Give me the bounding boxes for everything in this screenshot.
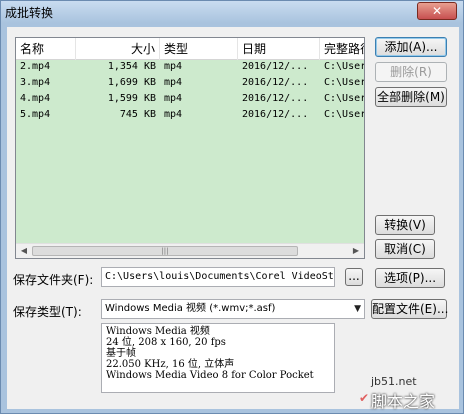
browse-button[interactable]: ... — [345, 268, 363, 286]
file-path: C:\Users — [324, 93, 364, 104]
file-path: C:\Users — [324, 77, 364, 88]
list-header: 名称 大小 类型 日期 完整路径 — [16, 38, 364, 60]
list-item[interactable]: 2.mp4 1,354 KB mp4 2016/12/... C:\Users — [16, 60, 364, 76]
file-type: mp4 — [164, 109, 183, 120]
file-name: 4.mp4 — [20, 93, 51, 104]
file-path: C:\Users — [324, 109, 364, 120]
list-item[interactable]: 5.mp4 745 KB mp4 2016/12/... C:\Users — [16, 108, 364, 124]
scroll-left-icon[interactable]: ◀ — [17, 245, 31, 257]
file-date: 2016/12/... — [242, 77, 309, 88]
save-folder-label: 保存文件夹(F): — [13, 273, 94, 287]
column-header-type[interactable]: 类型 — [160, 38, 238, 60]
format-info-box: Windows Media 视频 24 位, 208 x 160, 20 fps… — [101, 323, 335, 393]
dialog-body: 名称 大小 类型 日期 完整路径 2.mp4 1,354 KB mp4 2016… — [7, 27, 459, 409]
file-path: C:\Users — [324, 61, 364, 72]
file-size: 1,354 KB — [107, 61, 156, 72]
column-header-date[interactable]: 日期 — [238, 38, 320, 60]
scroll-right-icon[interactable]: ▶ — [349, 245, 363, 257]
list-item[interactable]: 4.mp4 1,599 KB mp4 2016/12/... C:\Users — [16, 92, 364, 108]
list-rows: 2.mp4 1,354 KB mp4 2016/12/... C:\Users … — [16, 60, 364, 124]
delete-all-button[interactable]: 全部删除(M) — [375, 87, 447, 107]
add-button[interactable]: 添加(A)... — [375, 37, 447, 57]
checkmark-icon: ✔ — [359, 391, 370, 405]
info-line: 22.050 KHz, 16 位, 立体声 — [106, 359, 235, 370]
file-type: mp4 — [164, 93, 183, 104]
file-name: 3.mp4 — [20, 77, 51, 88]
chevron-down-icon: ▼ — [354, 304, 361, 314]
watermark-url: jb51.net — [371, 375, 417, 388]
close-button[interactable]: ✕ — [417, 2, 457, 20]
info-line: Windows Media 视频 — [106, 326, 210, 337]
file-name: 5.mp4 — [20, 109, 51, 120]
column-header-path[interactable]: 完整路径 — [320, 38, 364, 60]
list-item[interactable]: 3.mp4 1,699 KB mp4 2016/12/... C:\Users — [16, 76, 364, 92]
info-line: Windows Media Video 8 for Color Pocket — [106, 370, 314, 381]
file-size: 745 KB — [119, 109, 156, 120]
file-date: 2016/12/... — [242, 93, 309, 104]
watermark: ✔ jb51.net 脚本之家 — [359, 375, 459, 411]
cancel-button[interactable]: 取消(C) — [375, 239, 435, 259]
file-list[interactable]: 名称 大小 类型 日期 完整路径 2.mp4 1,354 KB mp4 2016… — [15, 37, 365, 259]
batch-convert-dialog: 成批转换 ✕ 名称 大小 类型 日期 完整路径 2.mp4 1,354 KB m… — [0, 0, 464, 414]
file-type: mp4 — [164, 77, 183, 88]
file-type: mp4 — [164, 61, 183, 72]
delete-button[interactable]: 删除(R) — [375, 62, 447, 82]
file-size: 1,699 KB — [107, 77, 156, 88]
save-type-select[interactable]: Windows Media 视频 (*.wmv;*.asf) ▼ — [101, 299, 365, 319]
watermark-name: 脚本之家 — [371, 392, 436, 411]
horizontal-scrollbar[interactable]: ◀ ||| ▶ — [16, 243, 364, 258]
options-button[interactable]: 选项(P)... — [375, 268, 445, 288]
info-line: 基于帧 — [106, 348, 136, 359]
close-icon: ✕ — [431, 4, 443, 18]
file-date: 2016/12/... — [242, 61, 309, 72]
file-size: 1,599 KB — [107, 93, 156, 104]
save-folder-field[interactable]: C:\Users\louis\Documents\Corel VideoStu — [101, 267, 335, 287]
scrollbar-thumb[interactable]: ||| — [32, 246, 298, 256]
convert-button[interactable]: 转换(V) — [375, 215, 435, 235]
title-bar[interactable]: 成批转换 ✕ — [1, 1, 463, 23]
column-header-name[interactable]: 名称 — [16, 38, 76, 60]
file-date: 2016/12/... — [242, 109, 309, 120]
profile-button[interactable]: 配置文件(E)... — [371, 299, 448, 319]
file-name: 2.mp4 — [20, 61, 51, 72]
column-header-size[interactable]: 大小 — [76, 38, 160, 60]
info-line: 24 位, 208 x 160, 20 fps — [106, 337, 226, 348]
save-type-label: 保存类型(T): — [13, 305, 82, 319]
window-title: 成批转换 — [5, 6, 54, 20]
save-type-value: Windows Media 视频 (*.wmv;*.asf) — [105, 303, 276, 314]
